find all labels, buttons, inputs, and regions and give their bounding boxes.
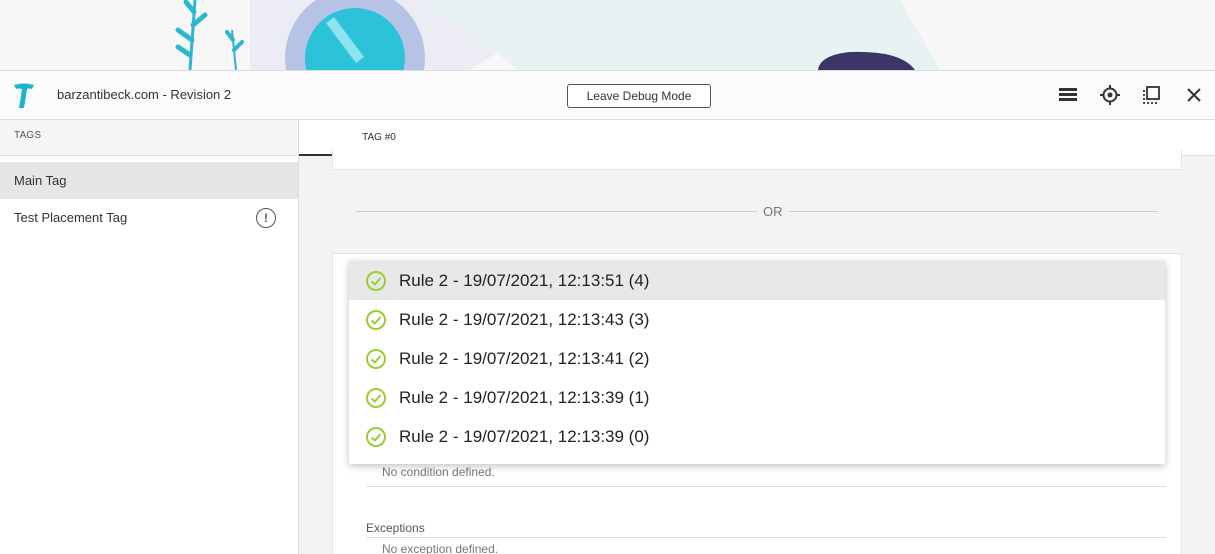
- leave-debug-mode-button[interactable]: Leave Debug Mode: [567, 84, 711, 108]
- logo-icon: [14, 83, 34, 108]
- sidebar-item-label: Main Tag: [14, 173, 67, 188]
- list-item-label: Rule 2 - 19/07/2021, 12:13:51 (4): [399, 270, 650, 290]
- site-title: barzantibeck.com - Revision 2: [57, 87, 232, 102]
- previous-rule-card: [332, 150, 1182, 170]
- background-illustration: [175, 0, 940, 70]
- close-icon[interactable]: [1184, 85, 1204, 105]
- copy-window-icon[interactable]: [1142, 85, 1162, 105]
- sidebar-item-label: Test Placement Tag: [14, 210, 128, 225]
- list-item[interactable]: Rule 2 - 19/07/2021, 12:13:51 (4): [349, 261, 1165, 300]
- list-item[interactable]: Rule 2 - 19/07/2021, 12:13:39 (1): [349, 378, 1165, 417]
- check-circle-icon: [366, 348, 386, 369]
- background-website: [0, 0, 1215, 70]
- rule-dropdown-menu: Rule 2 - 19/07/2021, 12:13:51 (4) Rule 2…: [349, 261, 1165, 464]
- list-item-label: Rule 2 - 19/07/2021, 12:13:39 (1): [399, 387, 650, 407]
- check-circle-icon: [366, 387, 386, 408]
- check-circle-icon: [366, 309, 386, 330]
- list-item[interactable]: Rule 2 - 19/07/2021, 12:13:41 (2): [349, 339, 1165, 378]
- sidebar-item-main-tag[interactable]: Main Tag: [0, 162, 298, 199]
- sidebar-heading: TAGS: [0, 120, 298, 156]
- check-circle-icon: [366, 270, 386, 291]
- warning-icon: !: [256, 207, 276, 228]
- list-item[interactable]: Rule 2 - 19/07/2021, 12:13:43 (3): [349, 300, 1165, 339]
- list-item-label: Rule 2 - 19/07/2021, 12:13:39 (0): [399, 426, 650, 446]
- top-bar: barzantibeck.com - Revision 2 Leave Debu…: [0, 71, 1215, 120]
- list-item-label: Rule 2 - 19/07/2021, 12:13:43 (3): [399, 309, 650, 329]
- target-icon[interactable]: [1100, 85, 1120, 105]
- conditions-empty-text: No condition defined.: [382, 465, 495, 479]
- sidebar-item-test-placement-tag[interactable]: Test Placement Tag !: [0, 199, 298, 236]
- conditions-divider: [366, 486, 1166, 487]
- list-icon[interactable]: [1058, 85, 1078, 105]
- list-item[interactable]: Rule 2 - 19/07/2021, 12:13:39 (0): [349, 417, 1165, 456]
- check-circle-icon: [366, 426, 386, 447]
- exceptions-divider: [366, 537, 1166, 538]
- or-label: OR: [757, 204, 789, 219]
- tags-sidebar: TAGS Main Tag Test Placement Tag !: [0, 120, 299, 554]
- exceptions-empty-text: No exception defined.: [382, 542, 499, 554]
- list-item-label: Rule 2 - 19/07/2021, 12:13:41 (2): [399, 348, 650, 368]
- exceptions-label: Exceptions: [366, 521, 425, 535]
